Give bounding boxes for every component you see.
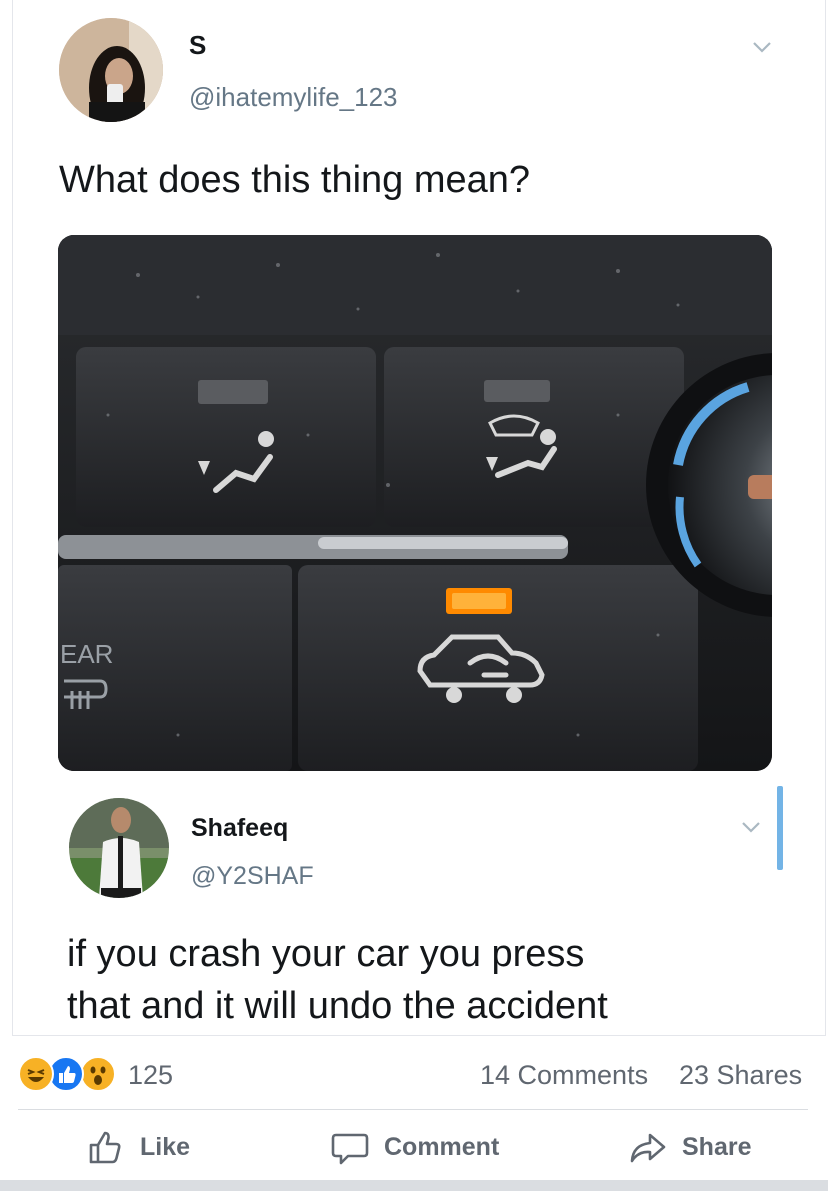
scroll-indicator[interactable] <box>777 786 783 870</box>
like-label: Like <box>140 1132 191 1161</box>
divider <box>18 1109 808 1110</box>
comments-count-link[interactable]: 14 Comments <box>480 1060 648 1091</box>
wow-reaction-icon <box>80 1056 116 1092</box>
comment-label: Comment <box>384 1132 500 1161</box>
comment-icon <box>331 1133 369 1165</box>
reaction-count[interactable]: 125 <box>128 1060 173 1091</box>
share-icon <box>630 1133 666 1163</box>
chevron-down-icon[interactable] <box>751 36 773 58</box>
rear-defrost-label: EAR <box>60 639 113 669</box>
haha-reaction-icon <box>18 1056 54 1092</box>
comment-button[interactable]: Comment <box>330 1124 499 1170</box>
reply-text-line-2: that and it will undo the accident <box>67 985 608 1027</box>
reply-text-line-1: if you crash your car you press <box>67 933 585 975</box>
tweet-text: What does this thing mean? <box>59 159 531 201</box>
reply-author-name[interactable]: Shafeeq <box>191 814 288 843</box>
tweet-author-name[interactable]: S <box>189 30 206 61</box>
tweet-author-handle[interactable]: @ihatemylife_123 <box>189 82 398 113</box>
bottom-separator <box>0 1180 828 1191</box>
reply-author-handle[interactable]: @Y2SHAF <box>191 862 314 891</box>
share-label: Share <box>682 1132 752 1161</box>
tweet-photo[interactable]: EAR <box>58 235 772 771</box>
reply-avatar[interactable] <box>69 798 169 898</box>
like-icon <box>89 1131 121 1164</box>
shares-count-link[interactable]: 23 Shares <box>679 1060 802 1091</box>
tweet-screenshot-card: S @ihatemylife_123 What does this thing … <box>12 0 826 1036</box>
share-button[interactable]: Share <box>628 1124 751 1170</box>
reaction-icons[interactable] <box>18 1056 128 1092</box>
like-button[interactable]: Like <box>86 1124 190 1170</box>
chevron-down-icon[interactable] <box>740 816 762 838</box>
avatar[interactable] <box>59 18 163 122</box>
